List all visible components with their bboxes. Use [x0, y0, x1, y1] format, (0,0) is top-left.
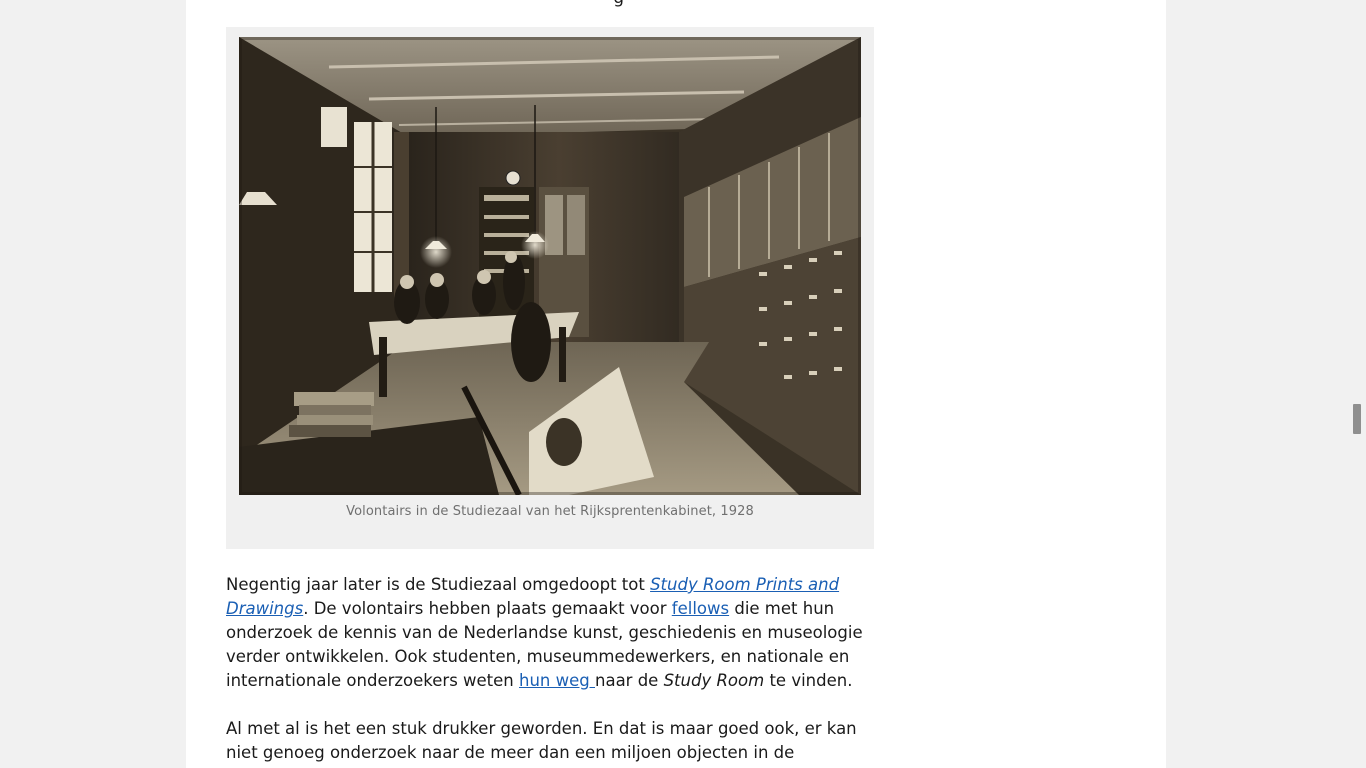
study-room-emphasis: Study Room — [663, 671, 765, 690]
article-page: Lorem ipsum dolor sit amet consectetur a… — [186, 0, 1166, 768]
figure-caption: Volontairs in de Studiezaal van het Rijk… — [346, 504, 754, 519]
paragraph-text: Negentig jaar later is de Studiezaal omg… — [226, 575, 651, 594]
paragraph-study-room: Negentig jaar later is de Studiezaal omg… — [226, 573, 866, 693]
page-scrollbar[interactable] — [1349, 0, 1366, 768]
paragraph-text: naar de — [595, 671, 664, 690]
article-figure: Volontairs in de Studiezaal van het Rijk… — [226, 27, 874, 549]
paragraph-text: te vinden. — [764, 671, 853, 690]
fellows-link[interactable]: fellows — [672, 599, 729, 618]
hun-weg-link[interactable]: hun weg — [519, 671, 595, 690]
paragraph-busier: Al met al is het een stuk drukker geword… — [226, 719, 857, 768]
scrollbar-thumb[interactable] — [1353, 404, 1361, 434]
paragraph-text: . De volontairs hebben plaats gemaakt vo… — [303, 599, 672, 618]
previous-paragraph-fragment: Lorem ipsum dolor sit amet consectetur a… — [226, 0, 624, 10]
studiezaal-photo[interactable] — [239, 37, 861, 495]
